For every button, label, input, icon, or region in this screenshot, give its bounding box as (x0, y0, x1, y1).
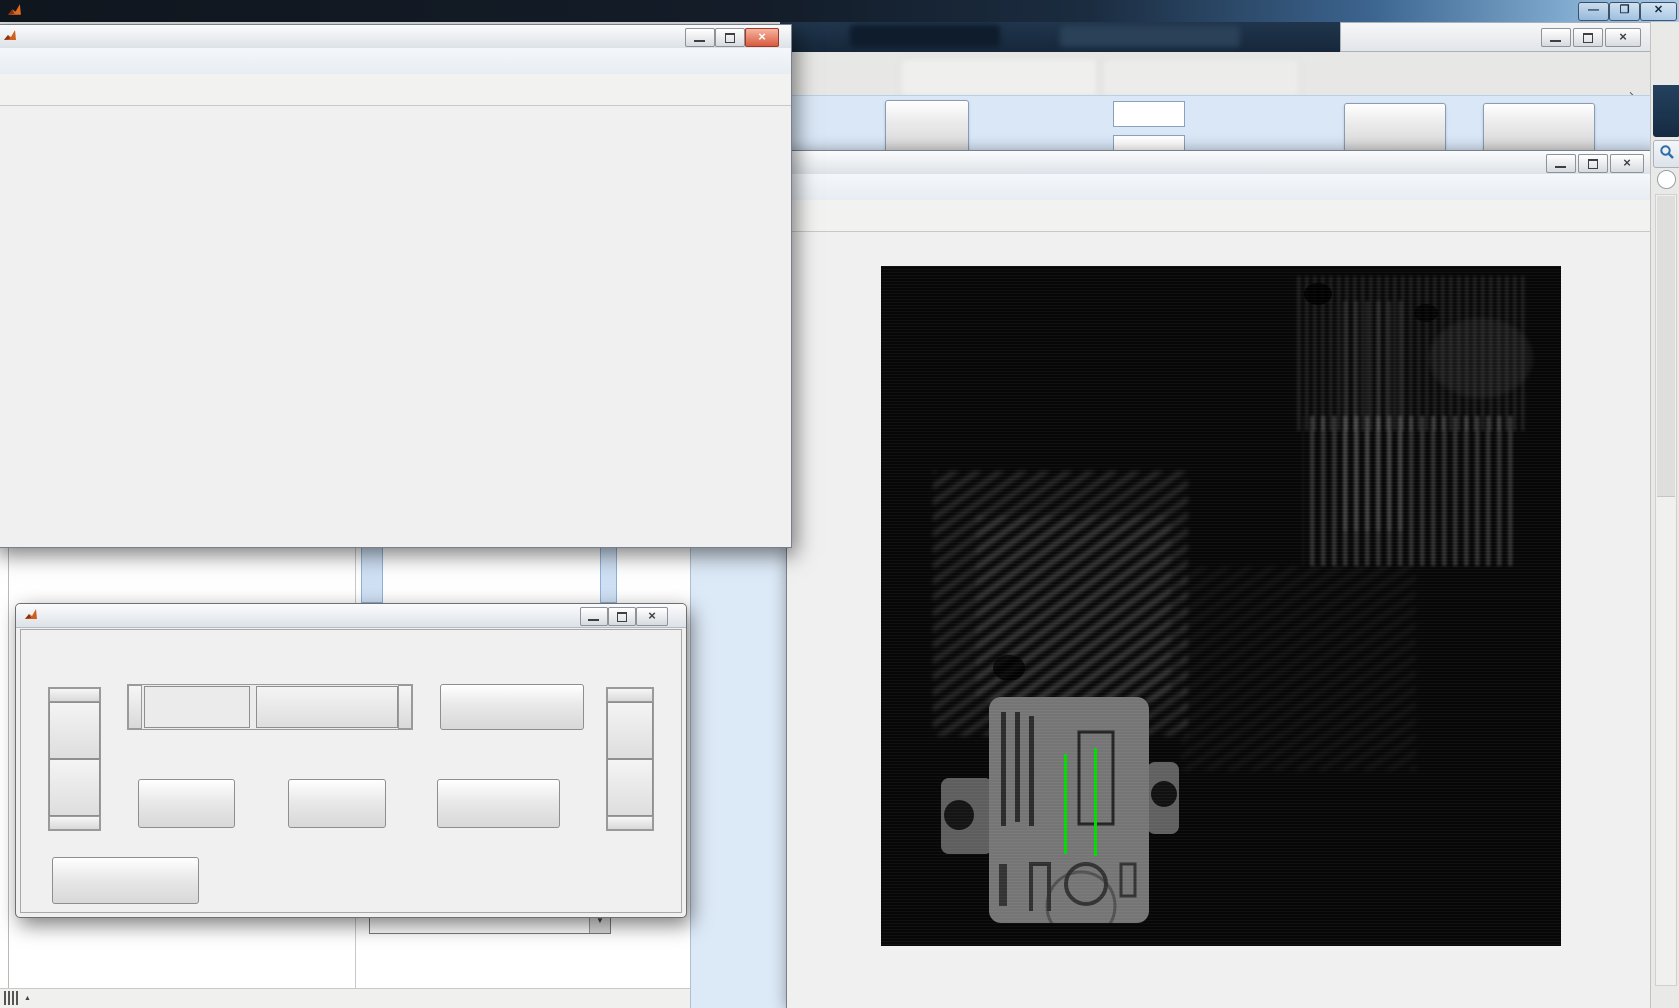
slider-window: × (15, 603, 687, 918)
minimize-button[interactable] (685, 28, 715, 47)
restore-button[interactable]: ❐ (1609, 2, 1640, 21)
in-y-slider[interactable] (606, 687, 654, 831)
close-icon: × (1619, 29, 1627, 44)
interferogram-image (881, 266, 1561, 946)
search-button[interactable] (1653, 140, 1679, 168)
slider-thumb[interactable] (49, 702, 100, 759)
control-panel (780, 95, 1650, 161)
minimize-icon (588, 619, 599, 621)
scrollbar-thumb[interactable] (1657, 196, 1675, 497)
slider-down-arrow[interactable] (607, 816, 653, 830)
minimize-icon (1555, 166, 1566, 168)
restore-icon (1588, 159, 1598, 169)
close-icon: × (648, 608, 656, 623)
restore-button[interactable] (715, 28, 745, 47)
image-figure-titlebar[interactable]: × (787, 151, 1656, 175)
slider-thumb[interactable] (607, 759, 653, 816)
grip-icon (8, 991, 10, 1005)
screen: × ↘ ▼ ▲ (0, 0, 1679, 1008)
minimize-button[interactable] (1541, 28, 1571, 47)
background-ruler-panel (690, 546, 791, 1008)
slider-thumb[interactable] (607, 702, 653, 759)
figure2-toolbar (0, 74, 791, 106)
scrollbar-track[interactable] (1655, 194, 1677, 986)
restore-button[interactable] (1578, 154, 1608, 173)
close-icon: ✕ (1653, 4, 1664, 16)
figure2-titlebar[interactable]: × (0, 25, 791, 49)
slider-up-arrow[interactable] (49, 688, 100, 702)
figure2-canvas (0, 106, 791, 547)
minimize-button[interactable]: — (1578, 2, 1609, 21)
interval-grenze-1-button[interactable] (138, 779, 235, 828)
image-figure-window: × (786, 150, 1657, 1008)
background-window-frame: × (1340, 22, 1679, 52)
side-dock-strip (1650, 22, 1679, 1008)
close-button[interactable]: × (1610, 154, 1644, 173)
scale-button[interactable] (885, 100, 969, 153)
minimize-button[interactable] (580, 607, 608, 626)
auto-linescan-button[interactable] (52, 857, 199, 904)
close-button[interactable]: × (1605, 28, 1641, 47)
restore-button[interactable] (608, 607, 636, 626)
matlab-logo-icon (24, 608, 38, 625)
search-icon (1660, 145, 1674, 159)
move-line-slider[interactable] (127, 684, 413, 730)
settings-button[interactable] (1483, 103, 1595, 153)
restore-icon (1583, 33, 1593, 43)
minimize-icon (694, 40, 705, 42)
close-button[interactable]: × (636, 607, 668, 626)
matlab-logo-icon (3, 29, 17, 46)
main-window-titlebar[interactable]: — ❐ ✕ (0, 0, 1679, 22)
close-icon: × (1623, 155, 1631, 170)
background-toolstrip: ↘ (780, 52, 1679, 102)
ref-shift-input[interactable] (1113, 101, 1185, 127)
figure2-window: × (0, 24, 792, 548)
restore-icon (725, 33, 735, 43)
slider-left-arrow[interactable] (128, 685, 142, 729)
slider-thumb[interactable] (256, 686, 398, 728)
close-icon: × (758, 29, 766, 44)
image-figure-menubar (787, 174, 1656, 201)
minimize-icon: — (1588, 4, 1599, 16)
slider-titlebar[interactable]: × (16, 604, 686, 628)
matlab-logo-icon (7, 3, 22, 21)
minimize-button[interactable] (1546, 154, 1576, 173)
chevron-up-icon[interactable]: ▲ (24, 995, 31, 1002)
werte-speichern-button[interactable] (440, 684, 584, 730)
background-scrollbar[interactable] (600, 546, 617, 603)
slider-right-arrow[interactable] (398, 685, 412, 729)
background-scrollbar[interactable] (361, 546, 383, 603)
restore-button[interactable] (1573, 28, 1603, 47)
close-button[interactable]: × (745, 28, 779, 47)
background-statusbar: ▲ (0, 988, 690, 1008)
restore-icon: ❐ (1619, 4, 1630, 16)
grip-icon (16, 991, 18, 1005)
restore-icon (617, 612, 627, 622)
slider-up-arrow[interactable] (607, 688, 653, 702)
mittelwert-berechnen-button[interactable] (437, 779, 560, 828)
slider-down-arrow[interactable] (49, 816, 100, 830)
panel-divider (8, 546, 9, 988)
y-slider[interactable] (48, 687, 101, 831)
blurred-background-titlebar (780, 22, 1360, 52)
slider-page-area[interactable] (144, 686, 250, 728)
expand-button[interactable] (1657, 170, 1676, 189)
minimize-icon (1550, 40, 1561, 42)
figure2-menubar (0, 48, 791, 75)
slider-thumb[interactable] (49, 759, 100, 816)
grip-icon (12, 991, 14, 1005)
unwrap-pike-button[interactable] (1344, 103, 1446, 153)
close-button[interactable]: ✕ (1640, 2, 1677, 21)
interval-grenze-2-button[interactable] (288, 779, 386, 828)
image-figure-toolbar (787, 200, 1656, 232)
grip-icon (4, 991, 6, 1005)
dock-collapse-strip[interactable] (1653, 85, 1679, 137)
